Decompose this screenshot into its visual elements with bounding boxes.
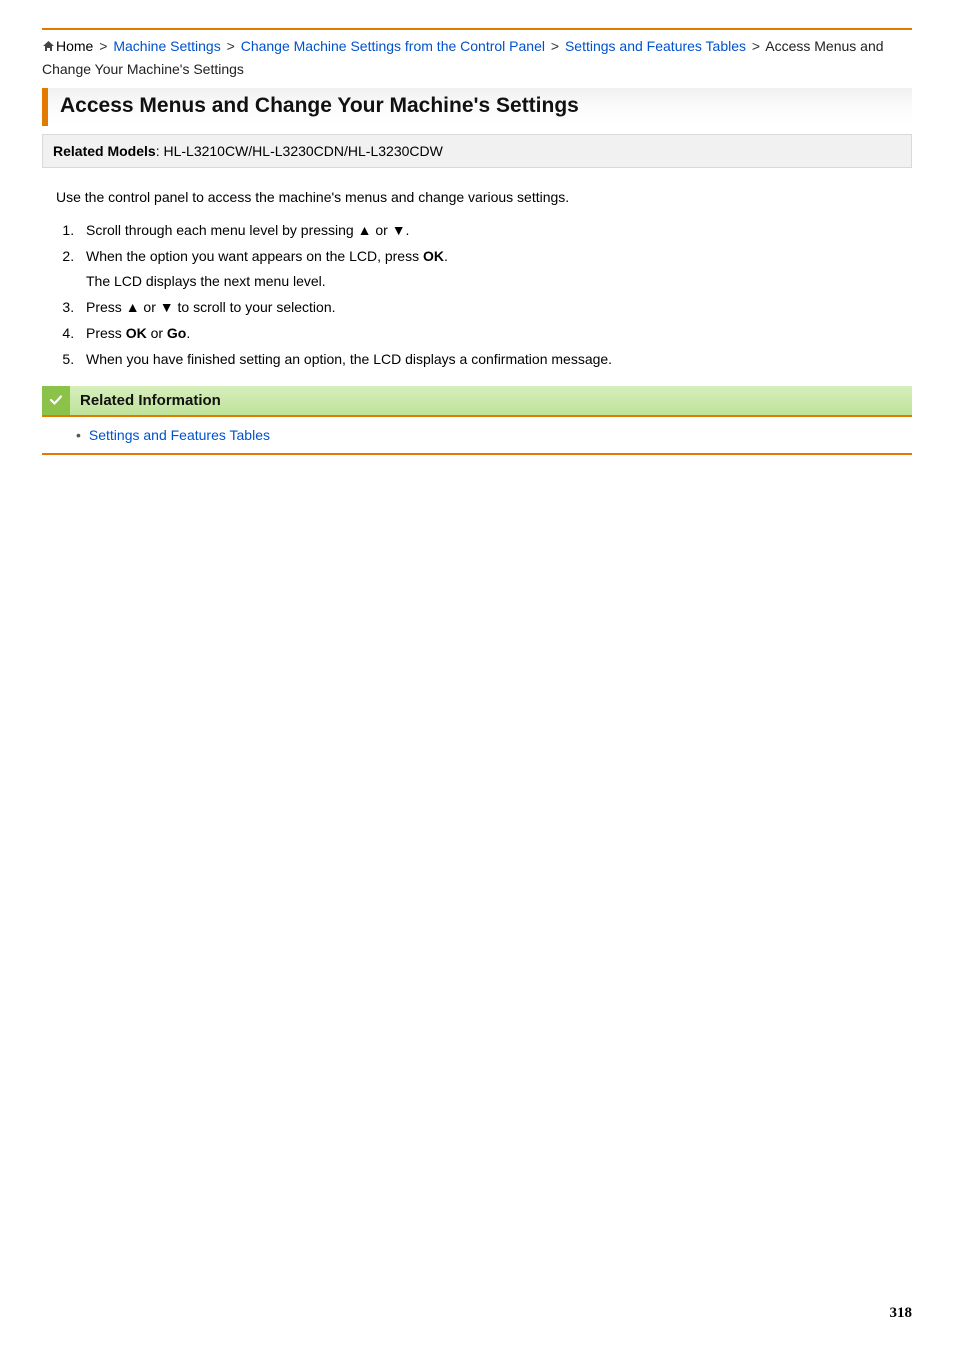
step-3: Press ▲ or ▼ to scroll to your selection… [78,296,912,320]
breadcrumb-link-settings-tables[interactable]: Settings and Features Tables [565,38,746,54]
step-text: or [140,299,160,315]
heading-container: Access Menus and Change Your Machine's S… [42,88,912,126]
breadcrumb-sep: > [551,38,559,54]
ok-key: OK [423,248,444,264]
related-link-item: Settings and Features Tables [76,427,912,443]
breadcrumb-sep: > [227,38,235,54]
breadcrumb: Home > Machine Settings > Change Machine… [42,36,912,80]
related-body: Settings and Features Tables [42,417,912,455]
up-arrow-icon: ▲ [126,299,140,315]
related-information-section: Related Information Settings and Feature… [42,386,912,455]
step-text: Press [86,325,126,341]
step-text: . [406,222,410,238]
step-text: . [444,248,448,264]
step-text: When the option you want appears on the … [86,248,423,264]
step-text: or [371,222,391,238]
home-icon [42,37,55,59]
related-models-value: : HL-L3210CW/HL-L3230CDN/HL-L3230CDW [156,143,443,159]
top-rule [42,28,912,30]
breadcrumb-link-change-settings[interactable]: Change Machine Settings from the Control… [241,38,545,54]
go-key: Go [167,325,186,341]
page-number: 318 [890,1305,913,1322]
steps-list: Scroll through each menu level by pressi… [56,219,912,372]
up-arrow-icon: ▲ [358,222,372,238]
breadcrumb-home: Home [56,38,93,54]
step-text: Press [86,299,126,315]
checkmark-icon [42,386,70,415]
step-text: . [186,325,190,341]
breadcrumb-sep: > [752,38,760,54]
down-arrow-icon: ▼ [160,299,174,315]
related-header: Related Information [42,386,912,417]
ok-key: OK [126,325,147,341]
step-text: Scroll through each menu level by pressi… [86,222,358,238]
step-text: or [147,325,167,341]
related-title: Related Information [70,386,231,415]
step-5: When you have finished setting an option… [78,348,912,372]
step-2-sub: The LCD displays the next menu level. [86,270,912,294]
breadcrumb-sep: > [99,38,107,54]
down-arrow-icon: ▼ [392,222,406,238]
breadcrumb-link-machine-settings[interactable]: Machine Settings [113,38,220,54]
step-2: When the option you want appears on the … [78,245,912,295]
intro-text: Use the control panel to access the mach… [56,186,912,208]
related-models-label: Related Models [53,143,156,159]
step-1: Scroll through each menu level by pressi… [78,219,912,243]
related-link-settings-tables[interactable]: Settings and Features Tables [89,427,270,443]
page-title: Access Menus and Change Your Machine's S… [60,94,902,118]
related-models-box: Related Models: HL-L3210CW/HL-L3230CDN/H… [42,134,912,168]
step-text: to scroll to your selection. [174,299,336,315]
step-4: Press OK or Go. [78,322,912,346]
